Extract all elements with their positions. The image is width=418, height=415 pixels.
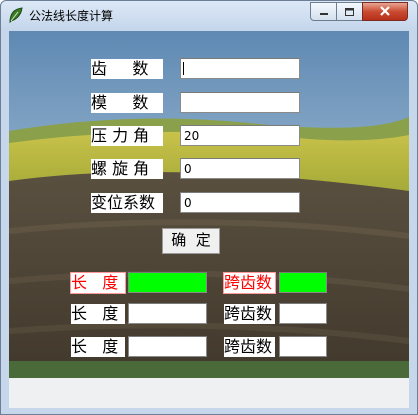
app-window: 公法线长度计算 齿 数 模 数 压 力 角 20 螺 旋 角 0 变位系数 0 … (0, 0, 418, 415)
teeth-label: 齿 数 (91, 59, 163, 79)
length-output-1[interactable] (128, 272, 207, 293)
teeth-input[interactable] (180, 58, 300, 79)
pressure-angle-input[interactable] (180, 125, 300, 146)
app-leaf-icon (9, 7, 23, 24)
helix-angle-label: 螺 旋 角 (91, 159, 163, 179)
length-output-2[interactable] (128, 303, 207, 324)
span-count-output-3[interactable] (279, 336, 327, 357)
close-icon (380, 6, 390, 16)
landscape-background (9, 31, 409, 408)
minimize-icon (319, 12, 328, 15)
window-title: 公法线长度计算 (29, 9, 114, 23)
module-input[interactable] (180, 92, 300, 113)
length-output-3[interactable] (128, 336, 207, 357)
pressure-angle-label: 压 力 角 (91, 126, 163, 146)
confirm-button[interactable]: 确 定 (162, 228, 220, 254)
helix-angle-input[interactable] (180, 158, 300, 179)
shift-coefficient-input[interactable] (180, 192, 300, 213)
module-label: 模 数 (91, 93, 163, 113)
client-area: 齿 数 模 数 压 力 角 螺 旋 角 变位系数 确 定 长 度 跨齿数 长 度… (9, 31, 409, 408)
maximize-button[interactable] (336, 2, 363, 21)
span-count-label-3: 跨齿数 (224, 337, 275, 357)
length-label-2: 长 度 (71, 304, 125, 324)
span-count-label-1: 跨齿数 (223, 272, 276, 294)
span-count-output-1[interactable] (279, 272, 327, 293)
span-count-output-2[interactable] (279, 303, 327, 324)
shift-coefficient-label: 变位系数 (91, 193, 163, 213)
maximize-icon (345, 7, 354, 16)
status-strip (9, 378, 409, 408)
length-label-3: 长 度 (71, 337, 125, 357)
text-caret (183, 62, 184, 75)
close-button[interactable] (362, 2, 408, 21)
length-label-1: 长 度 (70, 272, 126, 294)
title-bar[interactable]: 公法线长度计算 (1, 1, 417, 31)
minimize-button[interactable] (310, 2, 337, 21)
span-count-label-2: 跨齿数 (224, 304, 275, 324)
